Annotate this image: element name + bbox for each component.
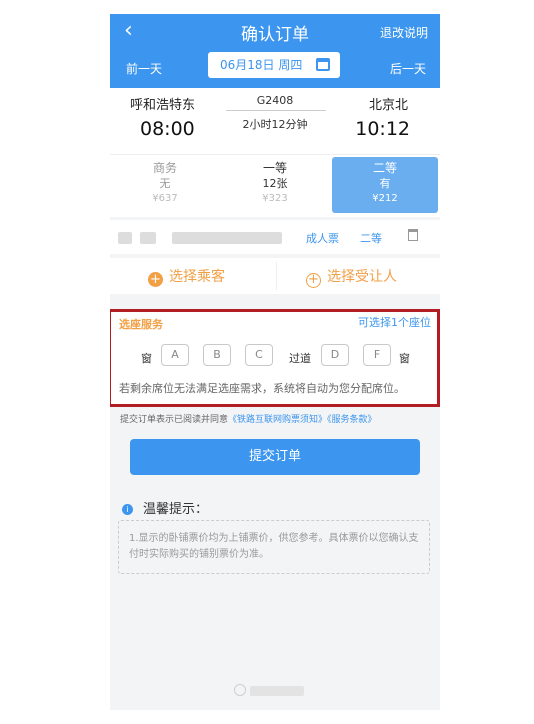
window-label: 窗 bbox=[141, 352, 152, 365]
seat-class-price: ¥323 bbox=[262, 193, 288, 204]
seat-b-button[interactable]: B bbox=[203, 344, 231, 366]
info-icon: i bbox=[122, 504, 133, 515]
select-beneficiary-button[interactable]: + 选择受让人 bbox=[306, 266, 397, 288]
date-picker[interactable]: 06月18日 周四 bbox=[208, 52, 340, 78]
railway-terms-link[interactable]: 《铁路互联网购票须知》 bbox=[228, 415, 327, 425]
phone-screen: ‹ 确认订单 退改说明 前一天 06月18日 周四 后一天 呼和浩特东 北京北 … bbox=[110, 14, 440, 710]
arrival-time: 10:12 bbox=[355, 118, 410, 140]
select-beneficiary-label: 选择受让人 bbox=[327, 269, 397, 285]
blurred-passenger-name bbox=[140, 232, 156, 244]
seat-class-name: 一等 bbox=[262, 161, 287, 175]
next-day-button[interactable]: 后一天 bbox=[390, 60, 426, 77]
seat-f-button[interactable]: F bbox=[363, 344, 391, 366]
refund-info-link[interactable]: 退改说明 bbox=[380, 24, 428, 41]
plus-outline-icon: + bbox=[306, 273, 321, 288]
date-text: 06月18日 周四 bbox=[220, 58, 303, 72]
seat-class-availability: 无 bbox=[159, 177, 171, 190]
trash-icon[interactable] bbox=[408, 229, 418, 241]
window-label: 窗 bbox=[399, 352, 410, 365]
tips-title: 温馨提示： bbox=[143, 502, 209, 517]
seat-selection-panel: 选座服务 可选择1个座位 窗 A B C 过道 D F 窗 若剩余席位无法满足选… bbox=[110, 309, 440, 407]
select-passenger-label: 选择乘客 bbox=[169, 269, 225, 285]
prev-day-button[interactable]: 前一天 bbox=[126, 60, 162, 77]
passenger-row: 成人票 二等 bbox=[110, 220, 440, 254]
seat-class-name: 商务 bbox=[152, 161, 177, 175]
seat-class-selector: 商务 无 ¥637 一等 12张 ¥323 二等 有 ¥212 bbox=[110, 154, 440, 217]
seat-class-price: ¥637 bbox=[152, 193, 178, 204]
seat-map: 窗 A B C 过道 D F 窗 bbox=[111, 344, 437, 370]
departure-time: 08:00 bbox=[140, 118, 195, 140]
seat-c-button[interactable]: C bbox=[245, 344, 273, 366]
plus-icon: + bbox=[148, 272, 163, 287]
tips-header: i 温馨提示： bbox=[122, 498, 208, 517]
agreement-text: 提交订单表示已阅读并同意《铁路互联网购票须知》《服务条款》 bbox=[120, 412, 377, 425]
watermark-blur bbox=[250, 686, 304, 696]
tips-text: 1.显示的卧铺票价均为上铺票价，供您参考。具体票价以您确认支付时实际购买的铺别票… bbox=[118, 520, 430, 574]
seat-class-first[interactable]: 一等 12张 ¥323 bbox=[222, 157, 328, 213]
seat-selection-title: 选座服务 bbox=[119, 318, 163, 331]
train-number: G2408 bbox=[256, 94, 294, 107]
seat-d-button[interactable]: D bbox=[321, 344, 349, 366]
seat-availability: 可选择1个座位 bbox=[358, 316, 431, 329]
passenger-seat-class[interactable]: 二等 bbox=[360, 230, 382, 246]
watermark-logo-icon bbox=[234, 684, 246, 696]
divider bbox=[276, 262, 277, 290]
aisle-label: 过道 bbox=[289, 352, 311, 365]
select-passenger-button[interactable]: + 选择乘客 bbox=[148, 266, 225, 287]
select-passenger-row: + 选择乘客 + 选择受让人 bbox=[110, 258, 440, 294]
blurred-passenger-name bbox=[118, 232, 132, 244]
seat-class-price: ¥212 bbox=[372, 193, 398, 204]
seat-class-availability: 有 bbox=[379, 177, 391, 190]
service-terms-link[interactable]: 《服务条款》 bbox=[327, 415, 377, 425]
seat-selection-note: 若剩余席位无法满足选座需求，系统将自动为您分配席位。 bbox=[119, 382, 405, 395]
route-line bbox=[226, 110, 326, 111]
calendar-icon bbox=[316, 58, 330, 71]
submit-order-button[interactable]: 提交订单 bbox=[130, 439, 420, 475]
seat-class-name: 二等 bbox=[372, 161, 397, 175]
ticket-type[interactable]: 成人票 bbox=[306, 230, 339, 246]
agreement-prefix: 提交订单表示已阅读并同意 bbox=[120, 415, 229, 425]
seat-class-second-selected[interactable]: 二等 有 ¥212 bbox=[332, 157, 438, 213]
header-bar: ‹ 确认订单 退改说明 前一天 06月18日 周四 后一天 bbox=[110, 14, 440, 88]
seat-class-business[interactable]: 商务 无 ¥637 bbox=[112, 157, 218, 213]
seat-class-availability: 12张 bbox=[262, 177, 288, 190]
train-info: 呼和浩特东 北京北 G2408 2小时12分钟 08:00 10:12 bbox=[110, 88, 440, 154]
seat-a-button[interactable]: A bbox=[161, 344, 189, 366]
blurred-id-number bbox=[172, 232, 282, 244]
